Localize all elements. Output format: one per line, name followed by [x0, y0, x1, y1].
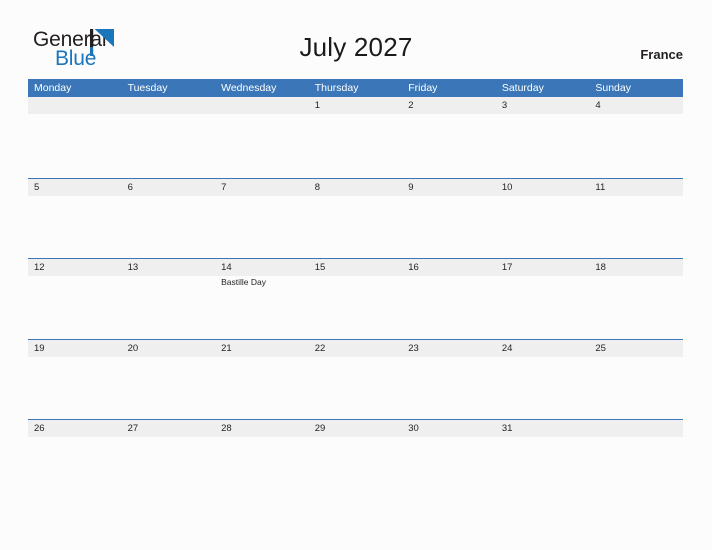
day-number: 30: [408, 423, 419, 435]
calendar-day-list: 1 2 3 4: [28, 97, 683, 177]
day-number: 21: [221, 342, 232, 354]
weekday-header-wednesday: Wednesday: [221, 82, 277, 94]
calendar-day-cell[interactable]: 12: [28, 259, 122, 339]
calendar-week-row: 5 6 7 8 9 10 11: [28, 177, 683, 259]
day-number: 11: [595, 181, 606, 193]
calendar-day-cell[interactable]: 16: [402, 259, 496, 339]
day-number: 1: [314, 100, 320, 111]
day-number: 4: [595, 100, 601, 111]
calendar-day-cell[interactable]: 25: [589, 340, 683, 420]
day-number: 29: [314, 423, 326, 435]
calendar-day-cell[interactable]: 3: [496, 97, 590, 177]
day-number: 25: [595, 342, 606, 354]
day-number: [221, 99, 309, 112]
calendar-week-row: 1 2 3 4: [28, 97, 683, 178]
day-number: [34, 99, 122, 112]
calendar-day-cell-empty: [589, 420, 683, 500]
weekday-header-sunday: Sunday: [595, 82, 631, 94]
day-number: 16: [408, 262, 419, 274]
day-number: 10: [501, 181, 513, 193]
calendar-day-cell[interactable]: 30: [402, 420, 496, 500]
day-number: 20: [127, 342, 139, 354]
day-number: 2: [408, 100, 414, 111]
calendar-week-row: 12 13 14 Bastille Day 15 16 17 18: [28, 258, 683, 339]
calendar-day-cell[interactable]: 28: [215, 420, 309, 500]
calendar-day-cell[interactable]: 13: [122, 259, 216, 339]
weekday-header-monday: Monday: [34, 82, 72, 94]
calendar-week-row: 19 20 21 22 23 24 25: [28, 338, 683, 420]
weekday-header-thursday: Thursday: [314, 82, 359, 94]
calendar-day-list: 26 27 28 29 30 31: [28, 420, 683, 500]
day-number: 26: [34, 423, 45, 435]
calendar-day-cell-empty: [28, 97, 122, 177]
calendar-day-cell[interactable]: 26: [28, 420, 122, 500]
calendar-day-cell[interactable]: 2: [402, 97, 496, 177]
day-number: 19: [34, 342, 45, 354]
calendar-week-list: 1 2 3 4 5 6 7 8 9 10 11 12 13 14 Bastille Day 15 16 17 18 1…: [28, 97, 683, 500]
weekday-header-friday: Friday: [408, 82, 438, 94]
day-event-label: Bastille Day: [221, 277, 267, 288]
page-header: General Blue July 2027 France: [0, 0, 712, 79]
day-number: 17: [501, 262, 513, 274]
calendar-day-cell[interactable]: 10: [496, 179, 590, 259]
calendar-day-cell-empty: [122, 97, 216, 177]
calendar-grid: Monday Tuesday Wednesday Thursday Friday…: [28, 79, 683, 500]
calendar-day-cell[interactable]: 24: [496, 340, 590, 420]
calendar-day-list: 5 6 7 8 9 10 11: [28, 179, 683, 259]
day-number: 12: [34, 262, 45, 274]
calendar-day-cell[interactable]: 14 Bastille Day: [215, 259, 309, 339]
calendar-day-cell[interactable]: 19: [28, 340, 122, 420]
calendar-day-cell[interactable]: 9: [402, 179, 496, 259]
calendar-day-cell[interactable]: 31: [496, 420, 590, 500]
weekday-header-row: Monday Tuesday Wednesday Thursday Friday…: [28, 79, 683, 97]
calendar-day-cell[interactable]: 20: [122, 340, 216, 420]
day-number: 31: [501, 423, 513, 435]
calendar-page: General Blue July 2027 France Monday Tue…: [0, 0, 712, 550]
day-number: 23: [408, 342, 419, 354]
day-number: 7: [221, 181, 227, 193]
day-number: 28: [221, 423, 232, 435]
day-number: 15: [314, 262, 326, 274]
calendar-day-cell[interactable]: 7: [215, 179, 309, 259]
calendar-day-cell[interactable]: 1: [309, 97, 403, 177]
day-number: [595, 422, 683, 435]
day-number: 9: [408, 181, 414, 193]
day-number: 14: [221, 262, 232, 274]
calendar-week-row: 26 27 28 29 30 31: [28, 419, 683, 500]
day-number: 6: [127, 181, 133, 193]
calendar-day-cell[interactable]: 8: [309, 179, 403, 259]
day-number: 13: [127, 262, 139, 274]
calendar-day-cell-empty: [215, 97, 309, 177]
page-title: July 2027: [299, 32, 413, 62]
day-number: 3: [501, 100, 508, 111]
calendar-day-list: 19 20 21 22 23 24 25: [28, 340, 683, 420]
calendar-day-cell[interactable]: 18: [589, 259, 683, 339]
country-label: France: [640, 47, 683, 62]
day-number: 5: [34, 181, 40, 193]
calendar-day-cell[interactable]: 22: [309, 340, 403, 420]
weekday-header-tuesday: Tuesday: [127, 82, 168, 94]
calendar-day-cell[interactable]: 4: [589, 97, 683, 177]
weekday-header-saturday: Saturday: [501, 82, 544, 94]
calendar-day-cell[interactable]: 29: [309, 420, 403, 500]
calendar-day-cell[interactable]: 15: [309, 259, 403, 339]
day-number: 22: [314, 342, 326, 354]
day-number: 8: [314, 181, 320, 193]
calendar-day-cell[interactable]: 5: [28, 179, 122, 259]
day-number: 27: [127, 423, 139, 435]
calendar-day-cell[interactable]: 23: [402, 340, 496, 420]
calendar-day-cell[interactable]: 17: [496, 259, 590, 339]
calendar-day-cell[interactable]: 21: [215, 340, 309, 420]
day-number: 18: [595, 262, 606, 274]
day-number: [128, 99, 216, 112]
calendar-day-cell[interactable]: 6: [122, 179, 216, 259]
calendar-day-list: 12 13 14 Bastille Day 15 16 17 18: [28, 259, 683, 339]
day-number: 24: [501, 342, 513, 354]
calendar-day-cell[interactable]: 27: [122, 420, 216, 500]
calendar-day-cell[interactable]: 11: [589, 179, 683, 259]
